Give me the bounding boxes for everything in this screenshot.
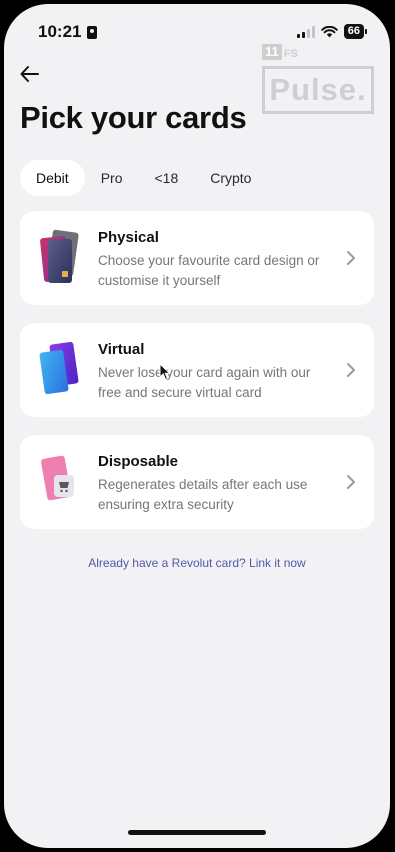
card-option-title: Disposable — [98, 453, 179, 470]
arrow-left-icon — [20, 66, 39, 82]
wifi-icon — [320, 25, 338, 37]
tab-under-18[interactable]: <18 — [138, 160, 194, 196]
contact-card-icon — [87, 25, 98, 39]
status-indicators: 66 — [296, 24, 368, 39]
chevron-right-icon — [347, 363, 355, 377]
watermark-word: Pulse. — [262, 66, 374, 114]
chevron-right-icon — [347, 475, 355, 489]
battery-indicator: 66 — [343, 24, 368, 39]
pulse-watermark: 11 FS Pulse. — [262, 44, 374, 116]
back-button[interactable] — [18, 62, 42, 86]
tab-debit[interactable]: Debit — [20, 160, 85, 196]
card-option-title: Virtual — [98, 341, 145, 358]
virtual-card-icon — [39, 341, 79, 395]
mouse-pointer-icon — [159, 363, 171, 381]
tab-pro[interactable]: Pro — [85, 160, 139, 196]
home-indicator[interactable] — [128, 830, 266, 835]
card-option-description: Regenerates details after each use ensur… — [98, 477, 308, 512]
card-option-description: Never lose your card again with our free… — [98, 365, 311, 400]
card-option-title: Physical — [98, 229, 159, 246]
card-option-virtual[interactable]: Virtual Never lose your card again with … — [20, 323, 374, 417]
clock-text: 10:21 — [38, 22, 82, 41]
disposable-card-icon — [41, 455, 74, 501]
watermark-brand-suffix: FS — [283, 48, 298, 60]
page-title: Pick your cards — [20, 100, 247, 135]
card-option-description: Choose your favourite card design or cus… — [98, 253, 320, 288]
watermark-brand: 11 FS — [262, 44, 298, 60]
link-existing-card[interactable]: Already have a Revolut card? Link it now — [4, 556, 390, 570]
chevron-right-icon — [347, 251, 355, 265]
cellular-signal-icon — [296, 25, 315, 38]
card-option-disposable[interactable]: Disposable Regenerates details after eac… — [20, 435, 374, 529]
physical-card-icon — [40, 229, 79, 283]
status-time: 10:21 — [38, 22, 98, 42]
phone-screen: 10:21 66 11 FS Pulse. Pick your cards De… — [4, 4, 390, 848]
watermark-brand-number: 11 — [262, 44, 282, 60]
card-option-physical[interactable]: Physical Choose your favourite card desi… — [20, 211, 374, 305]
tab-crypto[interactable]: Crypto — [194, 160, 267, 196]
card-type-tabs: Debit Pro <18 Crypto — [20, 160, 267, 196]
